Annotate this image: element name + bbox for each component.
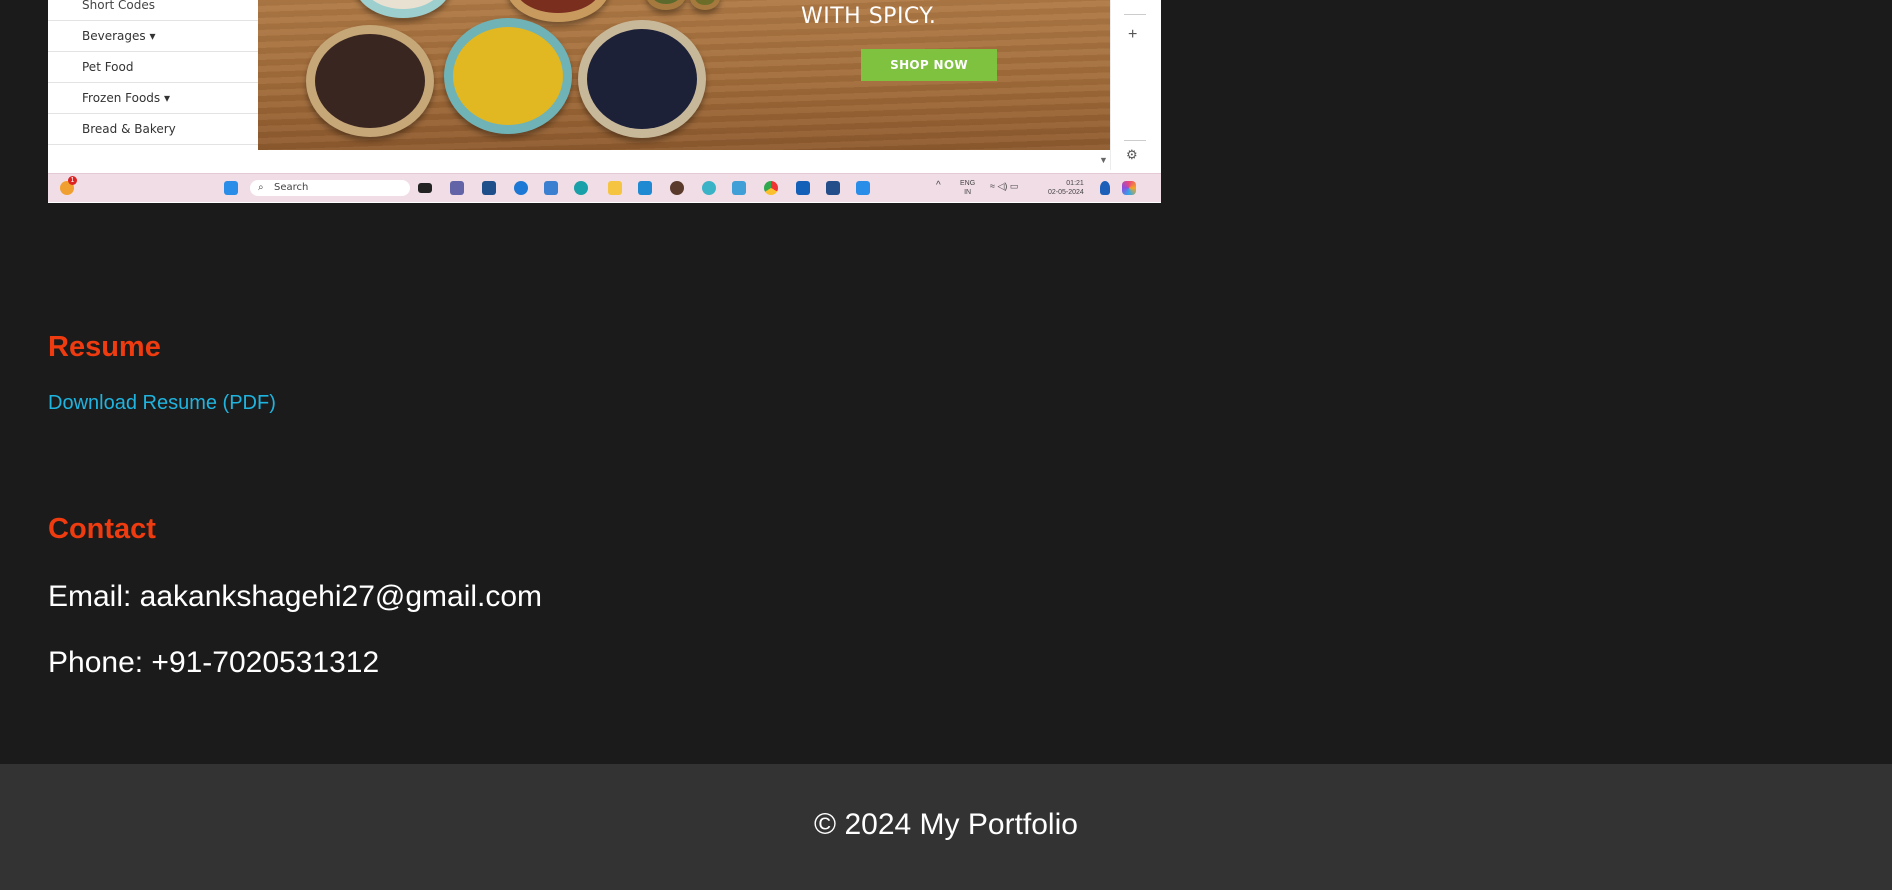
- shop-now-button: SHOP NOW: [861, 49, 997, 81]
- app-icon: [856, 181, 870, 195]
- language-code: ENG: [960, 180, 976, 187]
- clock-date: 02-05-2024: [1048, 189, 1084, 196]
- project-screenshot: Short Codes Beverages ▾ Pet Food Frozen …: [48, 0, 1161, 203]
- app-icon: [670, 181, 684, 195]
- page-footer: © 2024 My Portfolio: [0, 764, 1892, 890]
- resume-heading: Resume: [48, 331, 161, 363]
- vscode-icon: [638, 181, 652, 195]
- spice-bowl-image: [444, 18, 572, 134]
- windows-start-icon: [224, 181, 238, 195]
- clock-time: 01:21: [1066, 180, 1084, 187]
- chrome-icon: [764, 181, 778, 195]
- screenshot-side-rail: + ⚙ ▼: [1099, 0, 1161, 170]
- category-item: Pet Food: [48, 52, 258, 83]
- category-item: Short Codes: [48, 0, 258, 21]
- contact-email: Email: aakankshagehi27@gmail.com: [48, 580, 543, 613]
- help-icon: [514, 181, 528, 195]
- spice-bowl-image: [306, 25, 434, 137]
- app-icon: [702, 181, 716, 195]
- download-resume-link[interactable]: Download Resume (PDF): [48, 392, 276, 415]
- banner-headline: WITH SPICY.: [801, 4, 937, 29]
- app-icon: [826, 181, 840, 195]
- windows-taskbar: 1 ⌕ Search ^ ENG IN ≈ ◁) ▭ 01:21 02-05-2…: [48, 173, 1161, 202]
- wifi-volume-battery-icons: ≈ ◁) ▭: [990, 181, 1019, 191]
- search-icon: ⌕: [258, 182, 264, 193]
- spice-banner: WITH SPICY. SHOP NOW: [258, 0, 1151, 150]
- notification-badge: 1: [68, 176, 77, 185]
- contact-heading: Contact: [48, 513, 156, 545]
- bell-icon: [1100, 181, 1110, 195]
- chevron-up-icon: ^: [936, 180, 941, 191]
- screenshot-category-sidebar: Short Codes Beverages ▾ Pet Food Frozen …: [48, 0, 259, 145]
- app-icon: [482, 181, 496, 195]
- footer-copyright: © 2024 My Portfolio: [814, 808, 1078, 841]
- settings-icon: ⚙: [1126, 147, 1138, 162]
- spice-bowl-image: [578, 20, 706, 138]
- outlook-icon: [796, 181, 810, 195]
- task-view-icon: [418, 183, 432, 193]
- taskbar-search-label: Search: [274, 182, 309, 193]
- language-indicator: ENG IN: [960, 179, 975, 197]
- taskbar-search: ⌕ Search: [250, 180, 410, 196]
- region-code: IN: [964, 189, 972, 196]
- scroll-down-arrow-icon: ▼: [1099, 155, 1108, 165]
- screenshot-tool-icon: [544, 181, 558, 195]
- contact-phone: Phone: +91-7020531312: [48, 646, 380, 679]
- divider: [1124, 14, 1146, 15]
- taskbar-clock: 01:21 02-05-2024: [1048, 179, 1084, 197]
- copilot-icon: [1122, 181, 1136, 195]
- divider: [1124, 140, 1146, 141]
- app-icon: [732, 181, 746, 195]
- file-explorer-icon: [608, 181, 622, 195]
- category-item: Frozen Foods ▾: [48, 83, 258, 114]
- plus-icon: +: [1128, 26, 1138, 43]
- category-item: Beverages ▾: [48, 21, 258, 52]
- teams-icon: [450, 181, 464, 195]
- category-item: Bread & Bakery: [48, 114, 258, 145]
- edge-icon: [574, 181, 588, 195]
